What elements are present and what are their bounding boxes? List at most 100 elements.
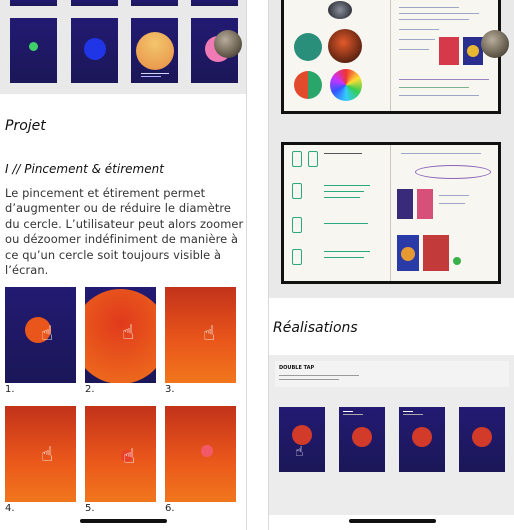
hand-gesture-icon: ☝	[41, 321, 54, 345]
phone-sketch	[292, 151, 302, 167]
green-circle	[29, 42, 38, 51]
swatch-dot	[467, 45, 479, 57]
poster-thumbnail[interactable]	[71, 0, 118, 6]
handwriting-line	[324, 251, 370, 252]
phone-sketch	[292, 249, 302, 265]
phone-sketch	[292, 217, 302, 233]
realisations-canvas[interactable]: DOUBLE TAP ☝	[269, 355, 514, 515]
canvas-title: DOUBLE TAP	[279, 365, 315, 371]
hand-gesture-icon: ☝	[122, 320, 135, 344]
step-poster-6[interactable]	[165, 406, 236, 502]
subsection-title: I // Pincement & étirement	[5, 162, 164, 176]
step-number: 5.	[85, 503, 95, 514]
step-number: 4.	[5, 503, 15, 514]
step-poster-2[interactable]: ☝	[85, 287, 156, 383]
swatch-dot	[401, 247, 415, 261]
floating-avatar-icon[interactable]	[481, 30, 509, 58]
green-dot	[453, 257, 461, 265]
step-number: 3.	[165, 384, 175, 395]
poster-thumbnail[interactable]	[10, 0, 57, 6]
left-scroll-view[interactable]: Projet I // Pincement & étirement Le pin…	[0, 0, 247, 530]
app-screen-2[interactable]	[339, 407, 385, 472]
red-swatch	[423, 235, 449, 271]
section-title-realisations: Réalisations	[273, 320, 358, 336]
step-poster-4[interactable]: ☝	[5, 406, 76, 502]
gold-circle	[136, 32, 174, 70]
hand-gesture-icon: ☝	[295, 444, 304, 460]
handwriting-line	[324, 191, 364, 192]
screen-caption-line	[403, 414, 423, 415]
screen-caption-line	[403, 411, 413, 412]
notebook-left-page	[284, 0, 390, 111]
phone-sketch	[308, 151, 318, 167]
poster-slider-line	[141, 76, 161, 77]
poster-thumbnail[interactable]	[191, 0, 238, 6]
poster-green-dot[interactable]	[10, 18, 57, 83]
panel-gutter	[247, 0, 268, 530]
right-scroll-view[interactable]: Réalisations DOUBLE TAP ☝	[268, 0, 514, 530]
app-screen-3[interactable]	[399, 407, 445, 472]
poster-blue-circle[interactable]	[71, 18, 118, 83]
handwriting-line	[399, 49, 429, 50]
red-planet-sketch	[328, 29, 362, 63]
handwriting-line	[324, 257, 364, 258]
color-wheel-sketch	[330, 69, 362, 101]
handwriting-line	[399, 95, 479, 96]
red-swatch	[439, 37, 459, 65]
hand-gesture-icon: ☝	[41, 442, 54, 466]
handwriting-line	[399, 19, 469, 20]
handwriting-line	[399, 87, 469, 88]
circled-note	[415, 165, 491, 179]
navy-swatch	[463, 37, 483, 65]
home-indicator[interactable]	[349, 519, 436, 523]
poster-gold-circle[interactable]	[131, 18, 178, 83]
purple-swatch	[397, 189, 413, 219]
floating-avatar-icon[interactable]	[214, 30, 242, 58]
app-screen-1[interactable]: ☝	[279, 407, 325, 472]
hand-gesture-icon: ☝	[123, 444, 136, 468]
handwriting-line	[401, 153, 481, 154]
realisations-canvas-frame: DOUBLE TAP ☝	[269, 355, 514, 515]
notebook-top[interactable]	[281, 0, 501, 114]
orange-circle-large	[85, 289, 156, 383]
canvas-caption-line	[279, 375, 359, 376]
step-number: 6.	[165, 503, 175, 514]
step-poster-3[interactable]: ☝	[165, 287, 236, 383]
step-number: 1.	[5, 384, 15, 395]
handwriting-line	[324, 197, 360, 198]
handwriting-line	[399, 79, 489, 80]
handwriting-line	[399, 29, 439, 30]
pink-dot	[201, 445, 213, 457]
handwriting-line	[324, 185, 370, 186]
canvas-caption-line	[279, 379, 339, 380]
red-planet	[292, 425, 312, 445]
dark-planet-sketch	[328, 1, 352, 19]
poster-thumbnail[interactable]	[131, 0, 178, 6]
top-posters-gallery	[0, 0, 246, 94]
notebook-bottom-frame	[269, 128, 514, 298]
red-planet	[352, 427, 372, 447]
hand-gesture-icon: ☝	[203, 321, 216, 345]
blue-circle	[84, 38, 106, 60]
step-poster-5[interactable]: ☝	[85, 406, 156, 502]
phone-sketch	[292, 183, 302, 199]
handwriting-line	[399, 39, 435, 40]
step-number: 2.	[85, 384, 95, 395]
handwriting-line	[439, 203, 465, 204]
canvas-header: DOUBLE TAP	[275, 361, 509, 387]
handwriting-line	[324, 153, 362, 154]
split-circle-sketch	[294, 71, 322, 99]
handwriting-line	[324, 223, 368, 224]
handwriting-line	[439, 195, 469, 196]
notebook-top-frame	[269, 0, 514, 128]
notebook-right-page	[391, 0, 498, 111]
pink-swatch	[417, 189, 433, 219]
app-screen-4[interactable]	[459, 407, 505, 472]
section-title-projet: Projet	[5, 118, 46, 134]
notebook-bottom[interactable]	[281, 142, 501, 284]
poster-slider-line	[141, 73, 169, 74]
screen-caption-line	[343, 414, 363, 415]
step-poster-1[interactable]: ☝	[5, 287, 76, 383]
home-indicator[interactable]	[80, 519, 167, 523]
teal-circle-sketch	[294, 33, 322, 61]
